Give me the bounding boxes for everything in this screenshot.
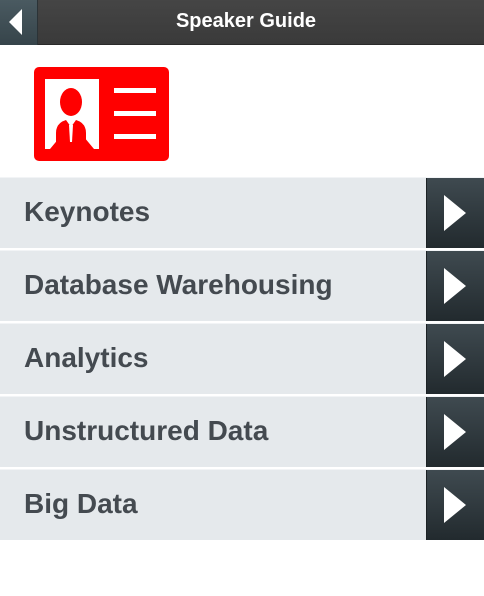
speaker-profile-card-icon	[34, 67, 169, 161]
disclosure-button[interactable]	[426, 251, 484, 321]
list-item-label: Analytics	[24, 342, 149, 373]
list-item-database-warehousing[interactable]: Database Warehousing	[0, 250, 484, 322]
disclosure-button[interactable]	[426, 324, 484, 394]
navigation-bar: Speaker Guide	[0, 0, 484, 45]
chevron-right-icon	[444, 268, 466, 304]
chevron-right-icon	[444, 414, 466, 450]
list-item-unstructured-data[interactable]: Unstructured Data	[0, 396, 484, 468]
list-item-big-data[interactable]: Big Data	[0, 469, 484, 541]
disclosure-button[interactable]	[426, 397, 484, 467]
list-item-label: Database Warehousing	[24, 269, 333, 300]
back-button[interactable]	[0, 0, 38, 45]
list-item-label: Unstructured Data	[24, 415, 269, 446]
chevron-right-icon	[444, 195, 466, 231]
speaker-category-list: Keynotes Database Warehousing Analytics …	[0, 177, 484, 542]
list-item-label: Big Data	[24, 488, 138, 519]
list-item-analytics[interactable]: Analytics	[0, 323, 484, 395]
disclosure-button[interactable]	[426, 470, 484, 540]
chevron-right-icon	[444, 487, 466, 523]
list-item-label: Keynotes	[24, 196, 151, 227]
page-title: Speaker Guide	[175, 10, 317, 32]
disclosure-button[interactable]	[426, 178, 484, 248]
list-item-keynotes[interactable]: Keynotes	[0, 177, 484, 249]
chevron-right-icon	[444, 341, 466, 377]
back-arrow-icon	[9, 9, 22, 35]
